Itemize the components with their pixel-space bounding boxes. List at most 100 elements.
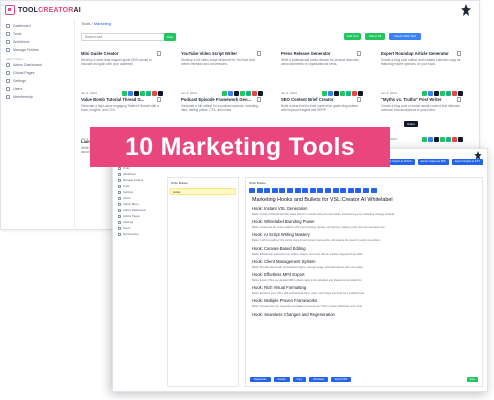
link-icon[interactable] bbox=[302, 188, 309, 193]
hook-heading: Hook: AI Script Writing Mastery bbox=[252, 232, 310, 238]
edit-icon[interactable] bbox=[428, 137, 433, 142]
more-icon[interactable] bbox=[258, 91, 263, 96]
tool-card[interactable]: "Myths vs. Truths" Post Writer Create a b… bbox=[381, 97, 463, 142]
more-icon[interactable] bbox=[458, 91, 463, 96]
move-icon[interactable] bbox=[446, 137, 451, 142]
bookmark-icon[interactable] bbox=[157, 97, 161, 102]
import-tool-button[interactable]: Import Data Tool bbox=[389, 33, 421, 40]
menu-item-icon bbox=[118, 208, 121, 212]
download-button[interactable]: Download bbox=[309, 377, 328, 382]
bookmark-icon[interactable] bbox=[157, 51, 161, 56]
tool-card-date: Jun 4, 2024 bbox=[81, 91, 97, 95]
main-content: Tools / Marketing Filter Add Tool Select… bbox=[81, 19, 481, 154]
delete-icon[interactable] bbox=[352, 91, 357, 96]
heading-icon[interactable] bbox=[279, 188, 286, 193]
italic-icon[interactable] bbox=[256, 188, 263, 193]
align-left-icon[interactable] bbox=[332, 188, 339, 193]
front-sidebar-item[interactable]: Membership bbox=[113, 231, 159, 237]
run-icon[interactable] bbox=[322, 91, 327, 96]
code-icon[interactable] bbox=[324, 188, 331, 193]
run-icon[interactable] bbox=[422, 137, 427, 142]
bookmark-icon[interactable] bbox=[357, 51, 361, 56]
rewrite-button[interactable]: Rewrite bbox=[273, 377, 290, 382]
user-avatar-icon[interactable] bbox=[461, 4, 471, 16]
share-icon[interactable] bbox=[334, 91, 339, 96]
delete-icon[interactable] bbox=[452, 137, 457, 142]
bookmark-icon[interactable] bbox=[257, 51, 261, 56]
brand-logo[interactable]: TOOLCREATORAI bbox=[18, 7, 81, 14]
input-field[interactable]: Hottie bbox=[170, 188, 236, 195]
share-icon[interactable] bbox=[134, 91, 139, 96]
copy-icon[interactable] bbox=[340, 91, 345, 96]
more-icon[interactable] bbox=[358, 91, 363, 96]
copy-icon[interactable] bbox=[440, 91, 445, 96]
sidebar-item-admin-dashboard[interactable]: Admin Dashboard bbox=[1, 61, 74, 69]
more-icon[interactable] bbox=[158, 91, 163, 96]
save-button[interactable]: Save bbox=[466, 377, 478, 382]
sidebar-item-global-pages[interactable]: Global Pages bbox=[1, 69, 74, 77]
move-icon[interactable] bbox=[246, 91, 251, 96]
delete-icon[interactable] bbox=[452, 91, 457, 96]
regenerate-button[interactable]: Regenerate bbox=[250, 377, 271, 382]
bookmark-icon[interactable] bbox=[357, 97, 361, 102]
redo-icon[interactable] bbox=[362, 188, 369, 193]
tool-card[interactable]: Expert Roundup Article Generator Create a… bbox=[381, 51, 463, 96]
tool-card[interactable]: Mini Guide Creator Develop a short lead m… bbox=[81, 51, 163, 96]
copy-icon[interactable] bbox=[440, 137, 445, 142]
align-center-icon[interactable] bbox=[340, 188, 347, 193]
more-icon[interactable] bbox=[458, 137, 463, 142]
tool-card[interactable]: Press Release Generator Write a professio… bbox=[281, 51, 363, 96]
edit-icon[interactable] bbox=[128, 91, 133, 96]
sidebar-item-settings[interactable]: Settings bbox=[1, 77, 74, 85]
select-all-button[interactable]: Select All bbox=[365, 33, 385, 40]
underline-icon[interactable] bbox=[264, 188, 271, 193]
move-icon[interactable] bbox=[146, 91, 151, 96]
more-icon[interactable] bbox=[370, 188, 377, 193]
move-icon[interactable] bbox=[346, 91, 351, 96]
add-tool-button[interactable]: Add Tool bbox=[344, 33, 361, 40]
quote-icon[interactable] bbox=[317, 188, 324, 193]
bookmark-icon[interactable] bbox=[457, 51, 461, 56]
tool-card[interactable]: YouTube Video Script Writer Develop a ful… bbox=[181, 51, 263, 96]
edit-icon[interactable] bbox=[328, 91, 333, 96]
run-icon[interactable] bbox=[222, 91, 227, 96]
export-pdf-button[interactable]: Export Output as PDF bbox=[417, 159, 449, 165]
list-icon[interactable] bbox=[286, 188, 293, 193]
copy-icon[interactable] bbox=[240, 91, 245, 96]
share-icon[interactable] bbox=[234, 91, 239, 96]
tool-card-actions bbox=[422, 137, 463, 142]
sidebar-item-manage-folders[interactable]: Manage Folders bbox=[1, 46, 74, 54]
search-input[interactable] bbox=[81, 33, 171, 41]
editor-document[interactable]: Marketing Hooks and Bullets for VSL:Crea… bbox=[246, 194, 482, 320]
export-pdf-bottom-button[interactable]: Export PDF bbox=[330, 377, 352, 382]
sidebar-item-membership[interactable]: Membership bbox=[1, 93, 74, 101]
run-icon[interactable] bbox=[122, 91, 127, 96]
ordered-list-icon[interactable] bbox=[294, 188, 301, 193]
export-txt-button[interactable]: Export Output as TXT bbox=[451, 159, 483, 165]
share-icon[interactable] bbox=[434, 137, 439, 142]
copy-button[interactable]: Copy bbox=[292, 377, 307, 382]
home-icon bbox=[6, 24, 10, 28]
bold-icon[interactable] bbox=[249, 188, 255, 193]
run-icon[interactable] bbox=[422, 91, 427, 96]
edit-icon[interactable] bbox=[228, 91, 233, 96]
delete-icon[interactable] bbox=[152, 91, 157, 96]
bookmark-icon[interactable] bbox=[257, 97, 261, 102]
move-icon[interactable] bbox=[446, 91, 451, 96]
undo-icon[interactable] bbox=[355, 188, 362, 193]
sidebar-item-tools[interactable]: Tools bbox=[1, 30, 74, 38]
share-icon[interactable] bbox=[434, 91, 439, 96]
filter-button[interactable]: Filter bbox=[164, 33, 176, 41]
sidebar-item-workflows[interactable]: Workflows bbox=[1, 38, 74, 46]
delete-icon[interactable] bbox=[252, 91, 257, 96]
strike-icon[interactable] bbox=[271, 188, 278, 193]
sidebar-item-users[interactable]: Users bbox=[1, 85, 74, 93]
bookmark-icon[interactable] bbox=[457, 97, 461, 102]
sidebar-item-dashboard[interactable]: Dashboard bbox=[1, 22, 74, 30]
bullet-text: Bullet: Provide clients with personalize… bbox=[252, 265, 364, 269]
edit-icon[interactable] bbox=[428, 91, 433, 96]
breadcrumb-root[interactable]: Tools bbox=[81, 21, 90, 26]
copy-icon[interactable] bbox=[140, 91, 145, 96]
align-right-icon[interactable] bbox=[347, 188, 354, 193]
image-icon[interactable] bbox=[309, 188, 316, 193]
